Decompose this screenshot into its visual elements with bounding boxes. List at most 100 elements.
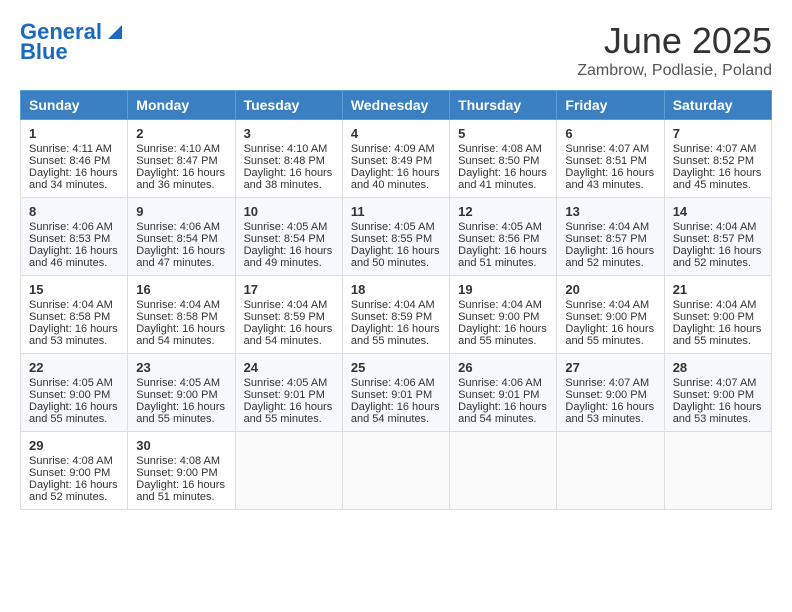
calendar-cell — [235, 432, 342, 510]
daylight-label: Daylight: 16 hours and 46 minutes. — [29, 245, 118, 269]
sunset-text: Sunset: 8:55 PM — [351, 233, 432, 245]
day-number: 23 — [136, 360, 226, 375]
sunset-text: Sunset: 8:58 PM — [136, 311, 217, 323]
day-number: 10 — [244, 204, 334, 219]
calendar-cell: 24Sunrise: 4:05 AMSunset: 9:01 PMDayligh… — [235, 354, 342, 432]
sunset-text: Sunset: 8:54 PM — [136, 233, 217, 245]
day-header-saturday: Saturday — [664, 91, 771, 120]
day-number: 9 — [136, 204, 226, 219]
sunrise-text: Sunrise: 4:07 AM — [673, 377, 757, 389]
day-number: 15 — [29, 282, 119, 297]
day-header-thursday: Thursday — [450, 91, 557, 120]
day-number: 16 — [136, 282, 226, 297]
sunset-text: Sunset: 9:01 PM — [351, 389, 432, 401]
sunset-text: Sunset: 8:49 PM — [351, 155, 432, 167]
sunset-text: Sunset: 9:00 PM — [29, 467, 110, 479]
sunrise-text: Sunrise: 4:04 AM — [29, 299, 113, 311]
calendar-cell: 22Sunrise: 4:05 AMSunset: 9:00 PMDayligh… — [21, 354, 128, 432]
calendar-cell: 21Sunrise: 4:04 AMSunset: 9:00 PMDayligh… — [664, 276, 771, 354]
calendar-cell: 27Sunrise: 4:07 AMSunset: 9:00 PMDayligh… — [557, 354, 664, 432]
month-title: June 2025 — [577, 20, 772, 62]
calendar-cell: 25 Sunrise: 4:06 AMSunset: 9:01 PMDayligh… — [342, 354, 449, 432]
daylight-label: Daylight: 16 hours and 49 minutes. — [244, 245, 333, 269]
daylight-label: Daylight: 16 hours and 36 minutes. — [136, 167, 225, 191]
daylight-label: Daylight: 16 hours and 54 minutes. — [458, 401, 547, 425]
calendar-cell: 19Sunrise: 4:04 AMSunset: 9:00 PMDayligh… — [450, 276, 557, 354]
sunset-text: Sunset: 8:52 PM — [673, 155, 754, 167]
day-number: 20 — [565, 282, 655, 297]
calendar-cell: 28Sunrise: 4:07 AMSunset: 9:00 PMDayligh… — [664, 354, 771, 432]
day-number: 28 — [673, 360, 763, 375]
calendar-cell: 18Sunrise: 4:04 AMSunset: 8:59 PMDayligh… — [342, 276, 449, 354]
day-number: 25 — [351, 360, 441, 375]
calendar-cell — [664, 432, 771, 510]
sunrise-text: Sunrise: 4:05 AM — [351, 221, 435, 233]
calendar-week-row: 22Sunrise: 4:05 AMSunset: 9:00 PMDayligh… — [21, 354, 772, 432]
sunrise-text: Sunrise: 4:08 AM — [458, 143, 542, 155]
sunrise-text: Sunrise: 4:08 AM — [29, 455, 113, 467]
calendar-cell — [557, 432, 664, 510]
daylight-label: Daylight: 16 hours and 55 minutes. — [29, 401, 118, 425]
sunset-text: Sunset: 9:00 PM — [136, 467, 217, 479]
day-number: 4 — [351, 126, 441, 141]
logo-icon — [104, 21, 122, 39]
day-number: 27 — [565, 360, 655, 375]
sunset-text: Sunset: 8:59 PM — [351, 311, 432, 323]
day-number: 30 — [136, 438, 226, 453]
sunset-text: Sunset: 8:53 PM — [29, 233, 110, 245]
daylight-label: Daylight: 16 hours and 55 minutes. — [351, 323, 440, 347]
calendar-cell — [342, 432, 449, 510]
day-header-monday: Monday — [128, 91, 235, 120]
calendar-cell: 14Sunrise: 4:04 AMSunset: 8:57 PMDayligh… — [664, 198, 771, 276]
day-number: 21 — [673, 282, 763, 297]
daylight-label: Daylight: 16 hours and 50 minutes. — [351, 245, 440, 269]
daylight-label: Daylight: 16 hours and 55 minutes. — [673, 323, 762, 347]
day-number: 12 — [458, 204, 548, 219]
day-header-sunday: Sunday — [21, 91, 128, 120]
sunset-text: Sunset: 9:00 PM — [458, 311, 539, 323]
sunrise-text: Sunrise: 4:06 AM — [351, 377, 435, 389]
sunset-text: Sunset: 9:00 PM — [673, 389, 754, 401]
sunrise-text: Sunrise: 4:04 AM — [351, 299, 435, 311]
day-number: 19 — [458, 282, 548, 297]
sunrise-text: Sunrise: 4:08 AM — [136, 455, 220, 467]
sunrise-text: Sunrise: 4:05 AM — [244, 377, 328, 389]
day-number: 24 — [244, 360, 334, 375]
sunrise-text: Sunrise: 4:04 AM — [136, 299, 220, 311]
sunrise-text: Sunrise: 4:05 AM — [458, 221, 542, 233]
daylight-label: Daylight: 16 hours and 55 minutes. — [565, 323, 654, 347]
calendar-week-row: 29Sunrise: 4:08 AMSunset: 9:00 PMDayligh… — [21, 432, 772, 510]
title-area: June 2025 Zambrow, Podlasie, Poland — [577, 20, 772, 80]
daylight-label: Daylight: 16 hours and 52 minutes. — [565, 245, 654, 269]
day-number: 6 — [565, 126, 655, 141]
daylight-label: Daylight: 16 hours and 55 minutes. — [244, 401, 333, 425]
calendar-cell: 2Sunrise: 4:10 AMSunset: 8:47 PMDaylight… — [128, 120, 235, 198]
sunset-text: Sunset: 9:00 PM — [29, 389, 110, 401]
daylight-label: Daylight: 16 hours and 55 minutes. — [136, 401, 225, 425]
logo-text-line2: Blue — [20, 40, 68, 64]
day-header-friday: Friday — [557, 91, 664, 120]
day-number: 26 — [458, 360, 548, 375]
sunrise-text: Sunrise: 4:07 AM — [673, 143, 757, 155]
location-subtitle: Zambrow, Podlasie, Poland — [577, 62, 772, 80]
day-number: 22 — [29, 360, 119, 375]
sunrise-text: Sunrise: 4:04 AM — [673, 221, 757, 233]
sunrise-text: Sunrise: 4:07 AM — [565, 377, 649, 389]
sunset-text: Sunset: 8:57 PM — [565, 233, 646, 245]
day-number: 2 — [136, 126, 226, 141]
sunrise-text: Sunrise: 4:04 AM — [565, 299, 649, 311]
day-number: 14 — [673, 204, 763, 219]
daylight-label: Daylight: 16 hours and 51 minutes. — [136, 479, 225, 503]
sunset-text: Sunset: 8:59 PM — [244, 311, 325, 323]
calendar-week-row: 1Sunrise: 4:11 AMSunset: 8:46 PMDaylight… — [21, 120, 772, 198]
calendar-cell: 9Sunrise: 4:06 AMSunset: 8:54 PMDaylight… — [128, 198, 235, 276]
daylight-label: Daylight: 16 hours and 54 minutes. — [351, 401, 440, 425]
calendar-cell: 12Sunrise: 4:05 AMSunset: 8:56 PMDayligh… — [450, 198, 557, 276]
daylight-label: Daylight: 16 hours and 41 minutes. — [458, 167, 547, 191]
sunrise-text: Sunrise: 4:04 AM — [244, 299, 328, 311]
calendar-cell: 1Sunrise: 4:11 AMSunset: 8:46 PMDaylight… — [21, 120, 128, 198]
sunset-text: Sunset: 8:50 PM — [458, 155, 539, 167]
daylight-label: Daylight: 16 hours and 53 minutes. — [29, 323, 118, 347]
calendar-cell: 8Sunrise: 4:06 AMSunset: 8:53 PMDaylight… — [21, 198, 128, 276]
calendar-cell: 26Sunrise: 4:06 AMSunset: 9:01 PMDayligh… — [450, 354, 557, 432]
